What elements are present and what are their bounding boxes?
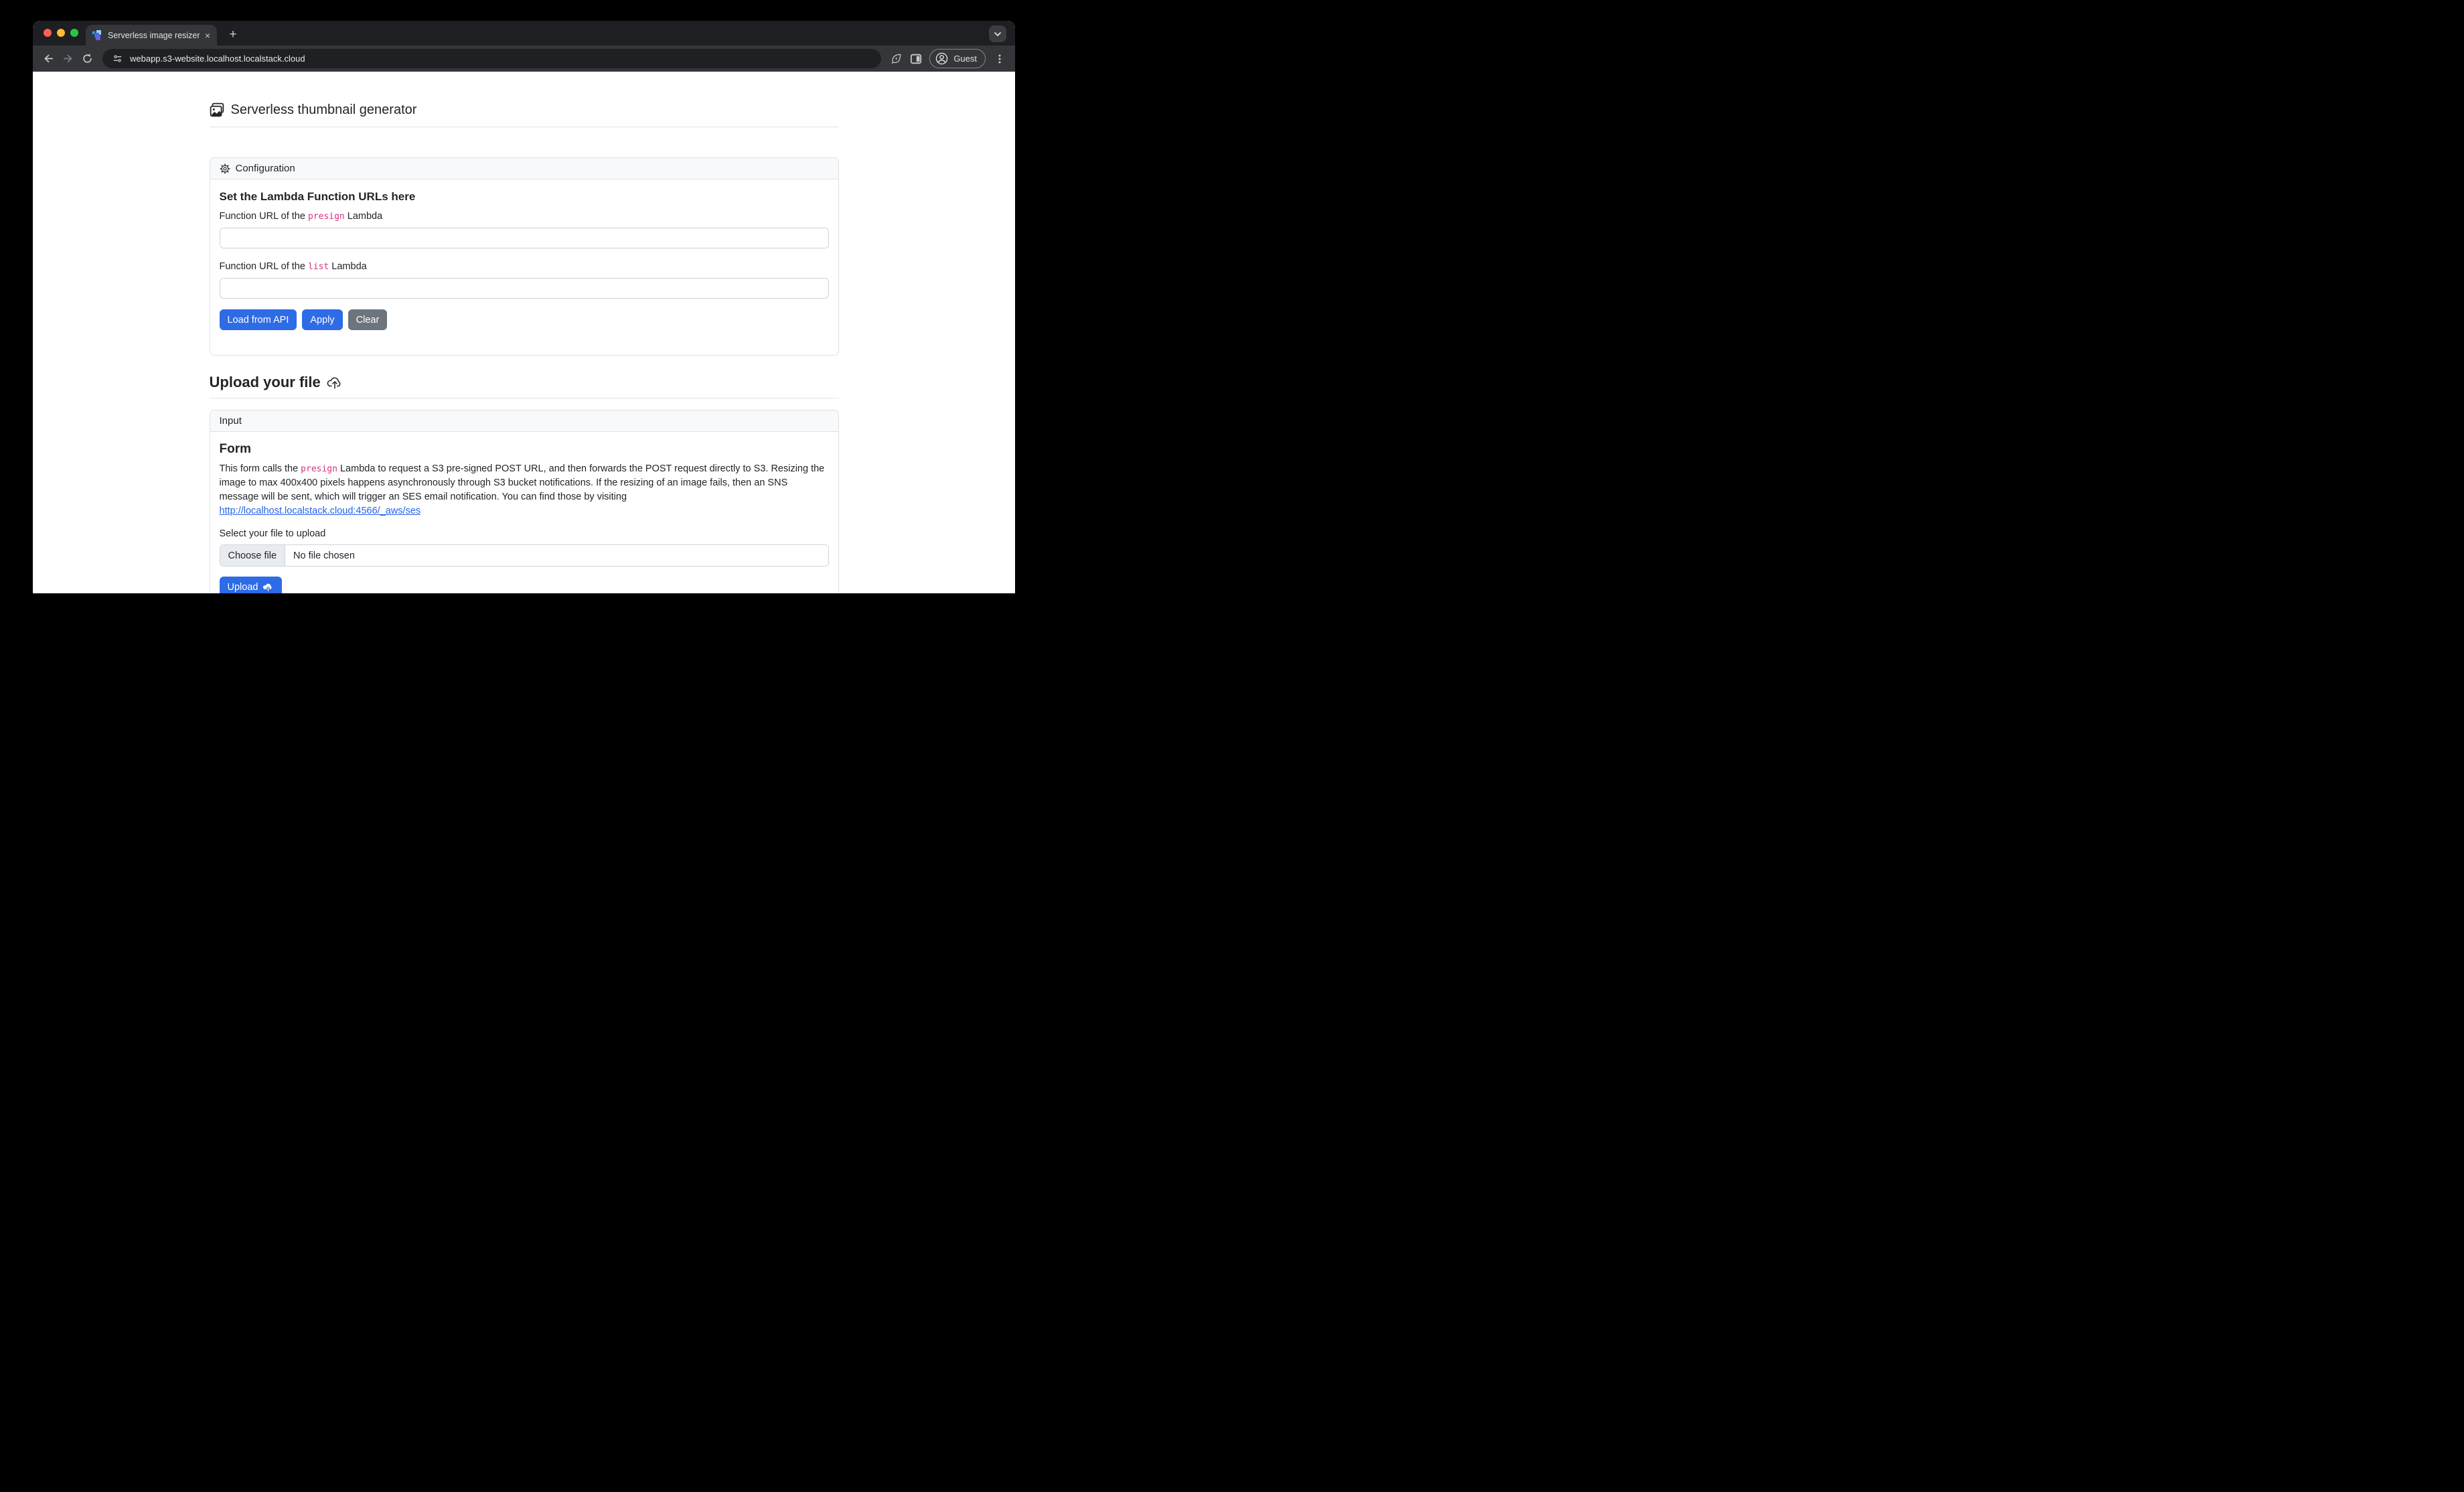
- chevron-down-icon: [994, 30, 1002, 38]
- list-code: list: [308, 262, 329, 272]
- choose-file-button[interactable]: Choose file: [220, 545, 286, 566]
- form-description: This form calls the presign Lambda to re…: [220, 462, 829, 518]
- input-card-header: Input: [210, 411, 838, 432]
- new-tab-button[interactable]: +: [225, 27, 241, 43]
- presign-url-input[interactable]: [220, 228, 829, 248]
- browser-window: Serverless image resizer × +: [33, 21, 1015, 593]
- configuration-card: Configuration Set the Lambda Function UR…: [210, 157, 839, 356]
- tab-title: Serverless image resizer: [108, 31, 200, 40]
- back-arrow-icon: [43, 53, 54, 64]
- kebab-menu-icon: [994, 54, 1005, 64]
- side-panel-icon: [910, 53, 922, 65]
- presign-code-inline: presign: [301, 464, 337, 474]
- gear-icon: [220, 163, 230, 174]
- clear-button[interactable]: Clear: [348, 309, 388, 330]
- profile-button[interactable]: Guest: [929, 49, 986, 68]
- forward-button[interactable]: [58, 49, 78, 68]
- load-from-api-button[interactable]: Load from API: [220, 309, 297, 330]
- list-url-input[interactable]: [220, 278, 829, 299]
- site-settings-icon[interactable]: [108, 50, 126, 68]
- reload-button[interactable]: [78, 49, 97, 68]
- profile-label: Guest: [953, 54, 977, 64]
- tab-close-icon[interactable]: ×: [205, 31, 210, 40]
- tab-strip: Serverless image resizer × +: [33, 21, 1015, 46]
- url-bar[interactable]: webapp.s3-website.localhost.localstack.c…: [102, 49, 881, 68]
- file-input[interactable]: Choose file No file chosen: [220, 544, 829, 567]
- images-icon: [210, 102, 224, 117]
- site-favicon-icon: [92, 30, 102, 40]
- tab-search-button[interactable]: [989, 25, 1006, 42]
- form-heading: Form: [220, 441, 829, 457]
- file-select-label: Select your file to upload: [220, 527, 829, 540]
- person-icon: [935, 52, 949, 66]
- configuration-card-title: Configuration: [236, 162, 295, 175]
- presign-url-label: Function URL of the presign Lambda: [220, 210, 829, 224]
- reload-icon: [82, 53, 93, 64]
- battery-saver-button[interactable]: [887, 49, 906, 68]
- window-minimize-button[interactable]: [57, 29, 65, 37]
- apply-button[interactable]: Apply: [302, 309, 342, 330]
- page-content: Serverless thumbnail generator Configura…: [33, 72, 1015, 593]
- page-title: Serverless thumbnail generator: [210, 101, 839, 119]
- lambda-urls-heading: Set the Lambda Function URLs here: [220, 190, 829, 204]
- configuration-card-header: Configuration: [210, 158, 838, 179]
- cloud-upload-icon: [327, 374, 343, 390]
- window-close-button[interactable]: [44, 29, 52, 37]
- side-panel-button[interactable]: [906, 49, 925, 68]
- upload-button[interactable]: Upload: [220, 577, 283, 593]
- window-controls: [44, 29, 78, 37]
- back-button[interactable]: [39, 49, 58, 68]
- ses-link[interactable]: http://localhost.localstack.cloud:4566/_…: [220, 506, 421, 516]
- window-maximize-button[interactable]: [70, 29, 78, 37]
- input-card: Input Form This form calls the presign L…: [210, 410, 839, 593]
- presign-code: presign: [308, 212, 345, 222]
- browser-toolbar: webapp.s3-website.localhost.localstack.c…: [33, 46, 1015, 72]
- upload-section-heading: Upload your file: [210, 372, 839, 392]
- forward-arrow-icon: [62, 53, 74, 64]
- cloud-upload-filled-icon: [262, 581, 274, 593]
- leaf-energy-icon: [890, 52, 903, 65]
- list-url-label: Function URL of the list Lambda: [220, 260, 829, 274]
- input-card-title: Input: [220, 415, 242, 427]
- browser-tab[interactable]: Serverless image resizer ×: [86, 25, 217, 46]
- url-text[interactable]: webapp.s3-website.localhost.localstack.c…: [130, 54, 305, 64]
- file-chosen-text: No file chosen: [285, 545, 363, 566]
- menu-button[interactable]: [990, 49, 1009, 68]
